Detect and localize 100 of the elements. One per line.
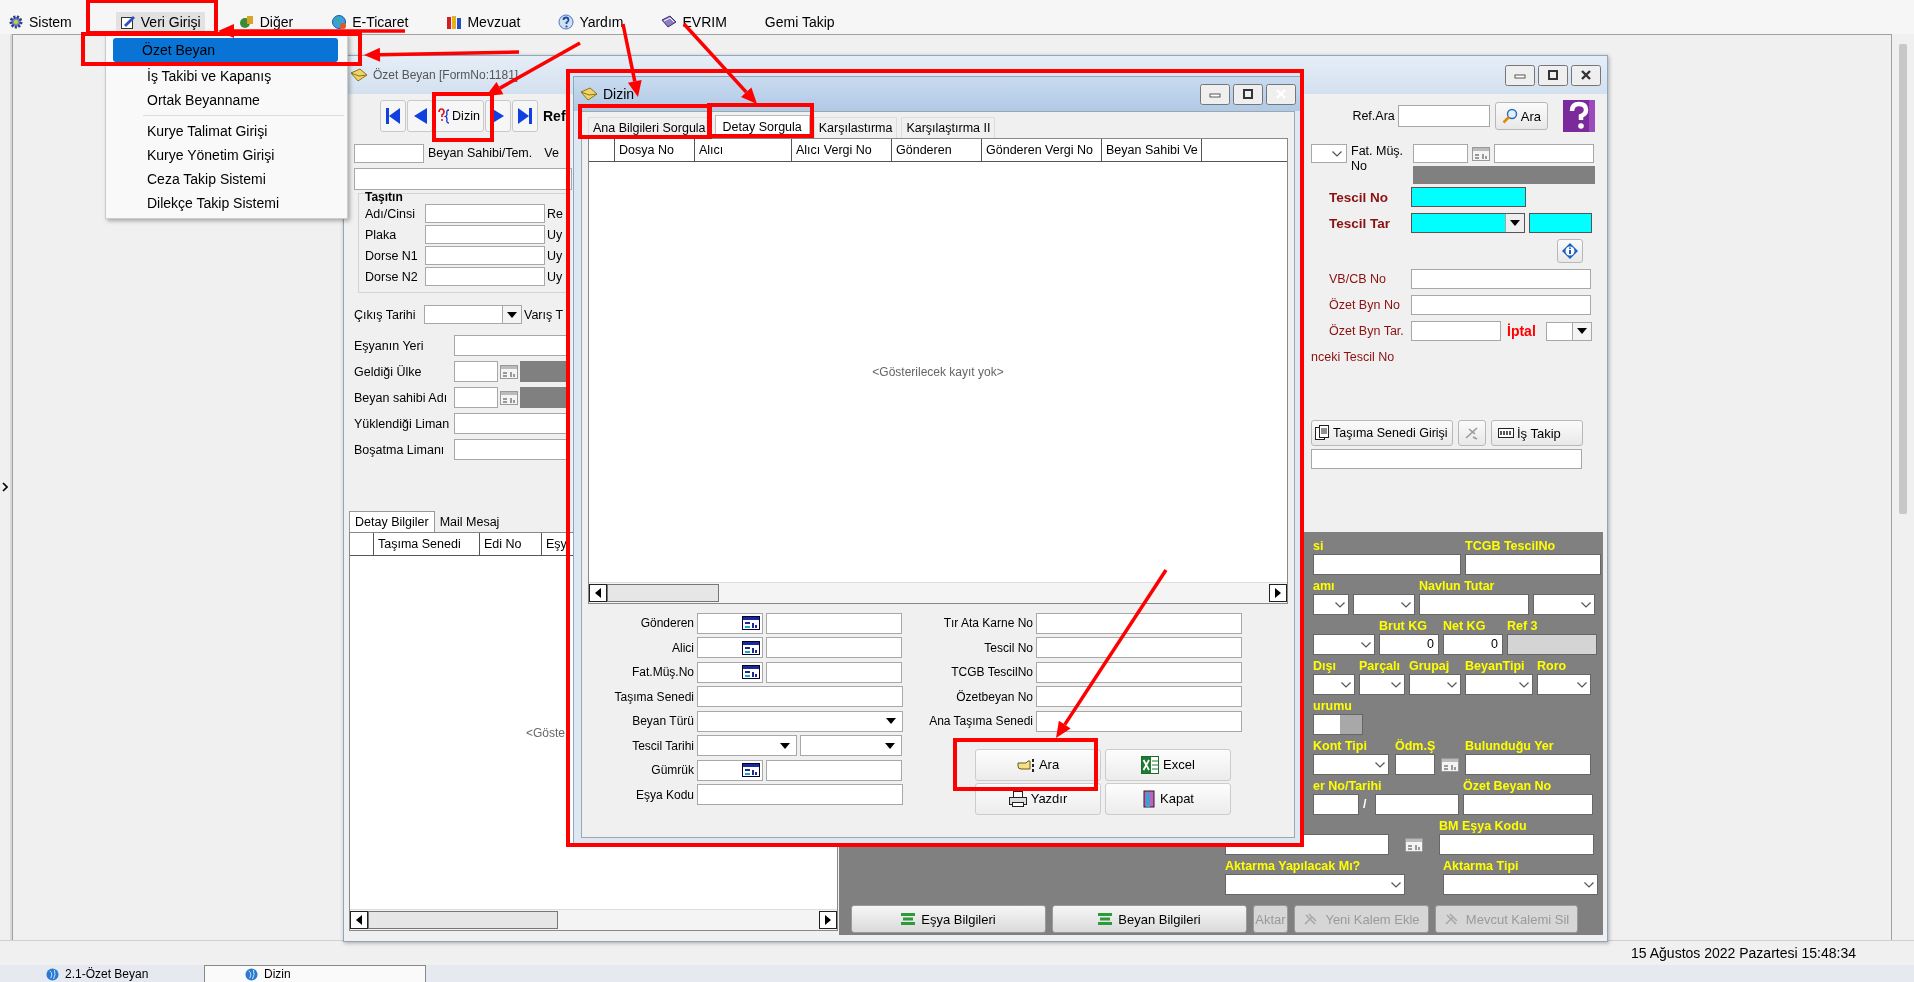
input-field[interactable] xyxy=(354,143,424,163)
calendar-icon[interactable] xyxy=(500,364,518,379)
chevron-down-icon[interactable] xyxy=(1447,681,1457,688)
tab[interactable]: Mail Mesaj xyxy=(434,512,505,532)
menu-item[interactable]: Kurye Talimat Girişi xyxy=(109,119,344,143)
first-record-button[interactable] xyxy=(380,100,406,132)
chevron-down-icon[interactable] xyxy=(1584,881,1594,888)
waybill-entry-button[interactable]: Taşıma Senedi Girişi xyxy=(1311,420,1453,446)
input-field[interactable]: 0 xyxy=(1379,634,1439,655)
dropdown-field[interactable] xyxy=(1533,594,1595,615)
dropdown-field[interactable] xyxy=(1443,874,1598,895)
input-field[interactable] xyxy=(454,413,567,434)
dropdown-arrow-icon[interactable] xyxy=(1510,220,1520,226)
dropdown-field[interactable] xyxy=(1465,674,1533,695)
input-field[interactable] xyxy=(1313,554,1461,575)
maximize-button[interactable] xyxy=(1538,64,1568,86)
chevron-down-icon[interactable] xyxy=(1581,601,1591,608)
input-field[interactable] xyxy=(1311,449,1582,469)
input-field[interactable] xyxy=(454,439,567,460)
last-record-button[interactable] xyxy=(512,100,538,132)
menu-item[interactable]: Mevzuat xyxy=(442,12,525,32)
vertical-scrollbar[interactable] xyxy=(1899,44,1907,514)
input-field[interactable] xyxy=(1036,686,1242,708)
scroll-left-icon[interactable] xyxy=(356,915,362,925)
dropdown-field[interactable] xyxy=(1313,754,1389,775)
input-field[interactable] xyxy=(454,387,498,408)
dropdown-field[interactable] xyxy=(697,735,797,757)
input-field[interactable] xyxy=(1313,794,1359,815)
input-field[interactable] xyxy=(454,335,567,356)
dropdown-field[interactable] xyxy=(1313,634,1375,655)
minimize-button[interactable] xyxy=(1200,83,1230,105)
tab[interactable]: Detay Bilgiler xyxy=(349,511,435,532)
help-icon[interactable] xyxy=(1563,100,1595,132)
dropdown-field[interactable] xyxy=(1225,874,1405,895)
input-field[interactable] xyxy=(766,612,902,634)
calendar-icon[interactable] xyxy=(1405,837,1423,852)
dropdown-field[interactable] xyxy=(1537,674,1591,695)
input-field[interactable] xyxy=(1375,794,1459,815)
minimize-button[interactable] xyxy=(1505,64,1535,86)
chevron-down-icon[interactable] xyxy=(1391,681,1401,688)
dropdown-field[interactable] xyxy=(697,710,903,732)
chevron-down-icon[interactable] xyxy=(1391,881,1401,888)
input-field[interactable] xyxy=(697,661,763,683)
input-field[interactable] xyxy=(697,637,763,659)
input-field[interactable]: 0 xyxy=(1443,634,1503,655)
job-tracking-button[interactable]: İş Takip xyxy=(1491,420,1583,446)
menu-item[interactable]: Ortak Beyanname xyxy=(109,88,344,112)
input-field[interactable] xyxy=(1036,612,1242,634)
input-field[interactable] xyxy=(697,686,903,708)
scroll-right-icon[interactable] xyxy=(825,915,831,925)
horizontal-scrollbar[interactable] xyxy=(350,909,837,930)
input-field[interactable] xyxy=(425,267,545,286)
toggle-field[interactable] xyxy=(1313,714,1363,735)
input-field[interactable] xyxy=(766,661,902,683)
input-field[interactable] xyxy=(1413,144,1468,163)
input-field[interactable] xyxy=(1411,321,1501,341)
dropdown-arrow-icon[interactable] xyxy=(885,742,895,749)
menu-item[interactable]: E-Ticaret xyxy=(327,12,413,32)
menu-item[interactable]: Veri Girişi xyxy=(115,12,205,32)
dropdown-field[interactable] xyxy=(424,305,522,324)
dropdown-field[interactable] xyxy=(1359,674,1405,695)
input-field[interactable] xyxy=(1411,269,1591,289)
dropdown-field[interactable] xyxy=(1313,674,1355,695)
action-button[interactable]: Beyan Bilgileri xyxy=(1052,905,1247,933)
excel-button[interactable]: Excel xyxy=(1105,748,1231,781)
previous-record-button[interactable] xyxy=(407,100,433,132)
input-field[interactable] xyxy=(1465,554,1601,575)
menu-item[interactable]: Yardım xyxy=(554,12,628,32)
input-field[interactable] xyxy=(425,204,545,223)
menu-item[interactable]: EVRIM xyxy=(657,12,731,32)
chevron-down-icon[interactable] xyxy=(1577,681,1587,688)
flight-button[interactable] xyxy=(1458,420,1486,446)
menu-item[interactable]: Gemi Takip xyxy=(760,12,839,32)
dropdown-arrow-icon[interactable] xyxy=(780,742,790,749)
menu-item[interactable]: Özet Beyan xyxy=(113,38,338,62)
close-button[interactable]: Kapat xyxy=(1105,782,1231,815)
chevron-down-icon[interactable] xyxy=(1375,761,1385,768)
dropdown-field[interactable] xyxy=(1311,144,1347,163)
menu-item[interactable]: Diğer xyxy=(234,12,298,32)
input-field[interactable] xyxy=(697,759,763,781)
calendar-icon[interactable] xyxy=(500,390,518,405)
menu-item[interactable]: Ceza Takip Sistemi xyxy=(109,167,344,191)
lookup-icon[interactable] xyxy=(742,665,760,680)
tab[interactable]: Karşılastırma xyxy=(813,117,898,138)
lookup-icon[interactable] xyxy=(742,616,760,631)
lookup-icon[interactable] xyxy=(742,640,760,655)
input-field[interactable] xyxy=(1419,594,1529,615)
chevron-down-icon[interactable] xyxy=(1401,601,1411,608)
input-field[interactable] xyxy=(1395,754,1435,775)
dropdown-arrow-icon[interactable] xyxy=(507,311,517,318)
input-field[interactable] xyxy=(454,361,498,382)
info-button[interactable] xyxy=(1557,239,1583,263)
input-field[interactable] xyxy=(425,225,545,244)
chevron-down-icon[interactable] xyxy=(1519,681,1529,688)
menu-item[interactable]: Kurye Yönetim Girişi xyxy=(109,143,344,167)
menu-item[interactable]: Dilekçe Takip Sistemi xyxy=(109,191,344,215)
chevron-down-icon[interactable] xyxy=(1335,601,1345,608)
dropdown-field[interactable] xyxy=(1545,321,1592,341)
input-field[interactable] xyxy=(1397,105,1490,127)
input-field[interactable] xyxy=(1036,661,1242,683)
